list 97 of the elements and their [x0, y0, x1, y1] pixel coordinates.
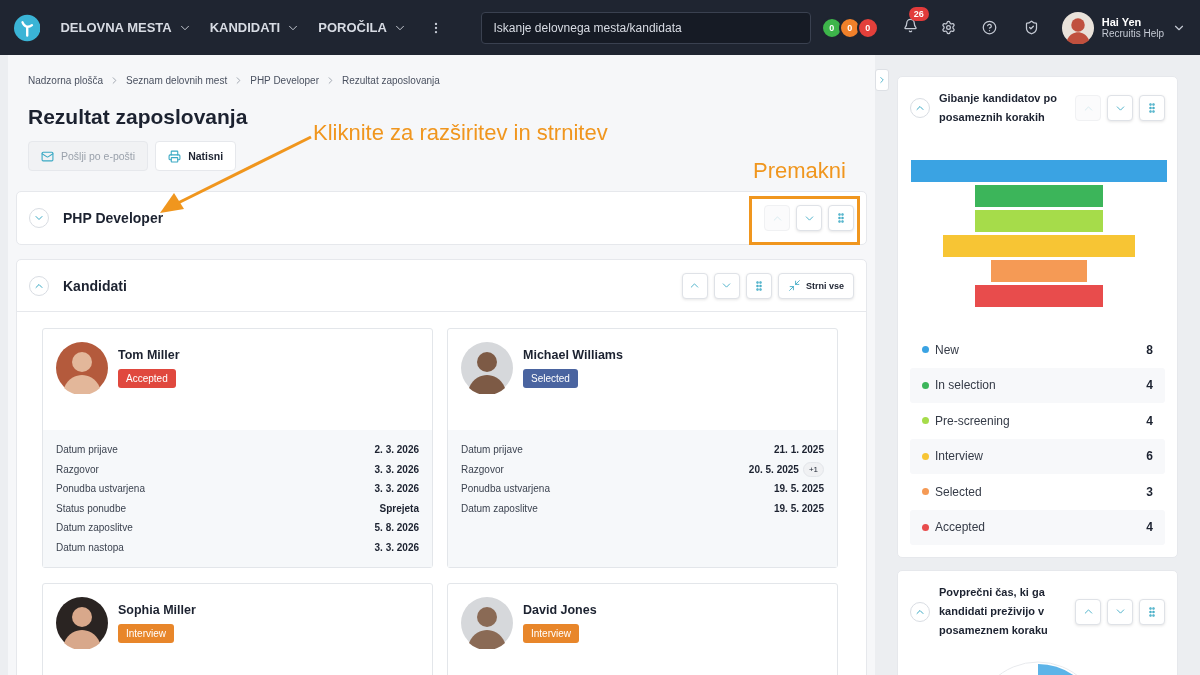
candidate-card[interactable]: Sophia Miller Interview [42, 583, 433, 675]
user-menu[interactable]: Hai Yen Recruitis Help [1061, 11, 1186, 44]
app-logo[interactable] [14, 13, 41, 42]
status-tag: Interview [523, 624, 579, 643]
detail-label: Datum nastopa [56, 541, 124, 553]
drag-handle[interactable] [745, 272, 772, 299]
move-down-button[interactable] [1107, 598, 1133, 625]
expand-toggle[interactable] [910, 98, 930, 118]
breadcrumb-link[interactable]: PHP Developer [250, 75, 319, 86]
legend-label: New [935, 342, 960, 357]
candidate-name: Tom Miller [118, 348, 180, 362]
expand-toggle[interactable] [29, 208, 49, 228]
panel-toggle[interactable] [875, 69, 889, 91]
drag-handle[interactable] [1139, 95, 1165, 121]
avatar [56, 342, 108, 394]
drag-handle[interactable] [828, 205, 854, 231]
detail-value: Sprejeta [379, 502, 419, 514]
detail-value: 3. 3. 2026 [374, 463, 419, 475]
candidate-name: David Jones [523, 603, 597, 617]
legend-label: Accepted [935, 520, 987, 535]
grip-icon [1146, 605, 1158, 618]
detail-label: Ponudba ustvarjena [56, 483, 145, 495]
count-badge[interactable]: 0 [856, 16, 879, 39]
section-title: PHP Developer [63, 210, 165, 226]
avatar [461, 342, 513, 394]
annotation-text: Premakni [753, 158, 846, 184]
detail-label: Razgovor [461, 463, 504, 475]
notification-count: 26 [908, 7, 929, 21]
status-tag: Interview [118, 624, 174, 643]
move-down-button[interactable] [1107, 95, 1133, 121]
candidate-card[interactable]: Tom Miller Accepted Datum prijave 2. 3. 2026 Razgovor 3. 3. 2026 Ponudba ustvarjena 3. 3. 2026 Status ponudbe Sprejeta Datum zaposlitve 5. 8. 2026 Datum nastopa 3. 3. 2026 [42, 328, 433, 568]
legend-label: Selected [935, 484, 983, 499]
print-button[interactable]: Natisni [155, 141, 237, 171]
grip-icon [835, 212, 847, 224]
legend-label: Pre-screening [935, 413, 1011, 428]
legend-label: Interview [935, 449, 985, 464]
page-title: Rezultat zaposlovanja [28, 105, 249, 129]
breadcrumb-link[interactable]: Seznam delovnih mest [126, 75, 228, 86]
collapse-all-button[interactable]: Strni vse [777, 272, 854, 299]
user-avatar [1061, 11, 1094, 44]
detail-value: 2. 3. 2026 [374, 444, 419, 456]
widget-title: Gibanje kandidatov po posameznih korakih [939, 91, 1058, 125]
candidate-name: Sophia Miller [118, 603, 196, 617]
avatar [56, 597, 108, 649]
detail-label: Datum zaposlitve [56, 522, 133, 534]
legend-label: In selection [935, 378, 997, 393]
settings-icon[interactable] [940, 20, 956, 35]
detail-label: Razgovor [56, 463, 99, 475]
detail-value: 19. 5. 2025 [773, 502, 824, 514]
section-title: Kandidati [63, 277, 128, 294]
bell-icon[interactable] [902, 18, 918, 33]
nav-menu-item[interactable]: DELOVNA MESTA [60, 20, 192, 35]
detail-label: Datum zaposlitve [461, 502, 538, 514]
move-down-button[interactable] [713, 272, 740, 299]
detail-label: Ponudba ustvarjena [461, 483, 550, 495]
shield-icon[interactable] [1023, 20, 1039, 35]
detail-label: Status ponudbe [56, 502, 127, 514]
detail-value: 19. 5. 2025 [773, 483, 824, 495]
move-up-button[interactable] [681, 272, 708, 299]
detail-label: Datum prijave [461, 444, 523, 456]
legend-count: 8 [1146, 342, 1153, 357]
expand-toggle[interactable] [29, 275, 49, 296]
breadcrumb-link[interactable]: Nadzorna plošča [28, 75, 104, 86]
detail-value: 20. 5. 2025 [748, 463, 799, 475]
nav-menu-item[interactable]: KANDIDATI [209, 20, 301, 35]
move-down-button[interactable] [796, 205, 822, 231]
nav-menu-item[interactable]: POROČILA [318, 20, 407, 35]
legend-count: 3 [1146, 484, 1153, 499]
legend-count: 4 [1146, 520, 1153, 535]
grip-icon [1146, 102, 1158, 114]
expand-toggle[interactable] [910, 601, 930, 622]
detail-value: 3. 3. 2026 [374, 483, 419, 495]
status-tag: Accepted [118, 369, 176, 388]
breadcrumb-link[interactable]: Rezultat zaposlovanja [341, 75, 440, 86]
widget-title: Povprečni čas, ki ga kandidati preživijo v posameznem koraku [939, 585, 1049, 638]
shrink-icon [787, 279, 801, 292]
mail-icon [41, 149, 54, 163]
candidate-card[interactable]: David Jones Interview [447, 583, 838, 675]
status-tag: Selected [523, 369, 578, 388]
annotation-text: Kliknite za razširitev in strnitev [313, 120, 608, 146]
chevron-right-icon [877, 75, 887, 85]
printer-icon [168, 149, 182, 163]
candidate-card[interactable]: Michael Williams Selected Datum prijave 21. 1. 2025 Razgovor 20. 5. 2025 +1 Ponudba ustvarjena 19. 5. 2025 Datum zaposlitve 19. 5. 2025 [447, 328, 838, 568]
legend-count: 4 [1146, 378, 1153, 393]
detail-value: 5. 8. 2026 [374, 522, 419, 534]
candidate-name: Michael Williams [523, 348, 623, 362]
help-icon[interactable] [982, 20, 998, 35]
detail-label: Datum prijave [56, 444, 118, 456]
detail-value: 21. 1. 2025 [773, 444, 824, 456]
move-up-button[interactable] [1075, 598, 1101, 625]
legend-count: 4 [1146, 413, 1153, 428]
more-count[interactable]: +1 [802, 461, 824, 477]
avatar [461, 597, 513, 649]
search-field[interactable]: Iskanje delovnega mesta/kandidata [480, 11, 811, 44]
drag-handle[interactable] [1139, 598, 1165, 625]
detail-value: 3. 3. 2026 [374, 541, 419, 553]
legend-count: 6 [1146, 449, 1153, 464]
